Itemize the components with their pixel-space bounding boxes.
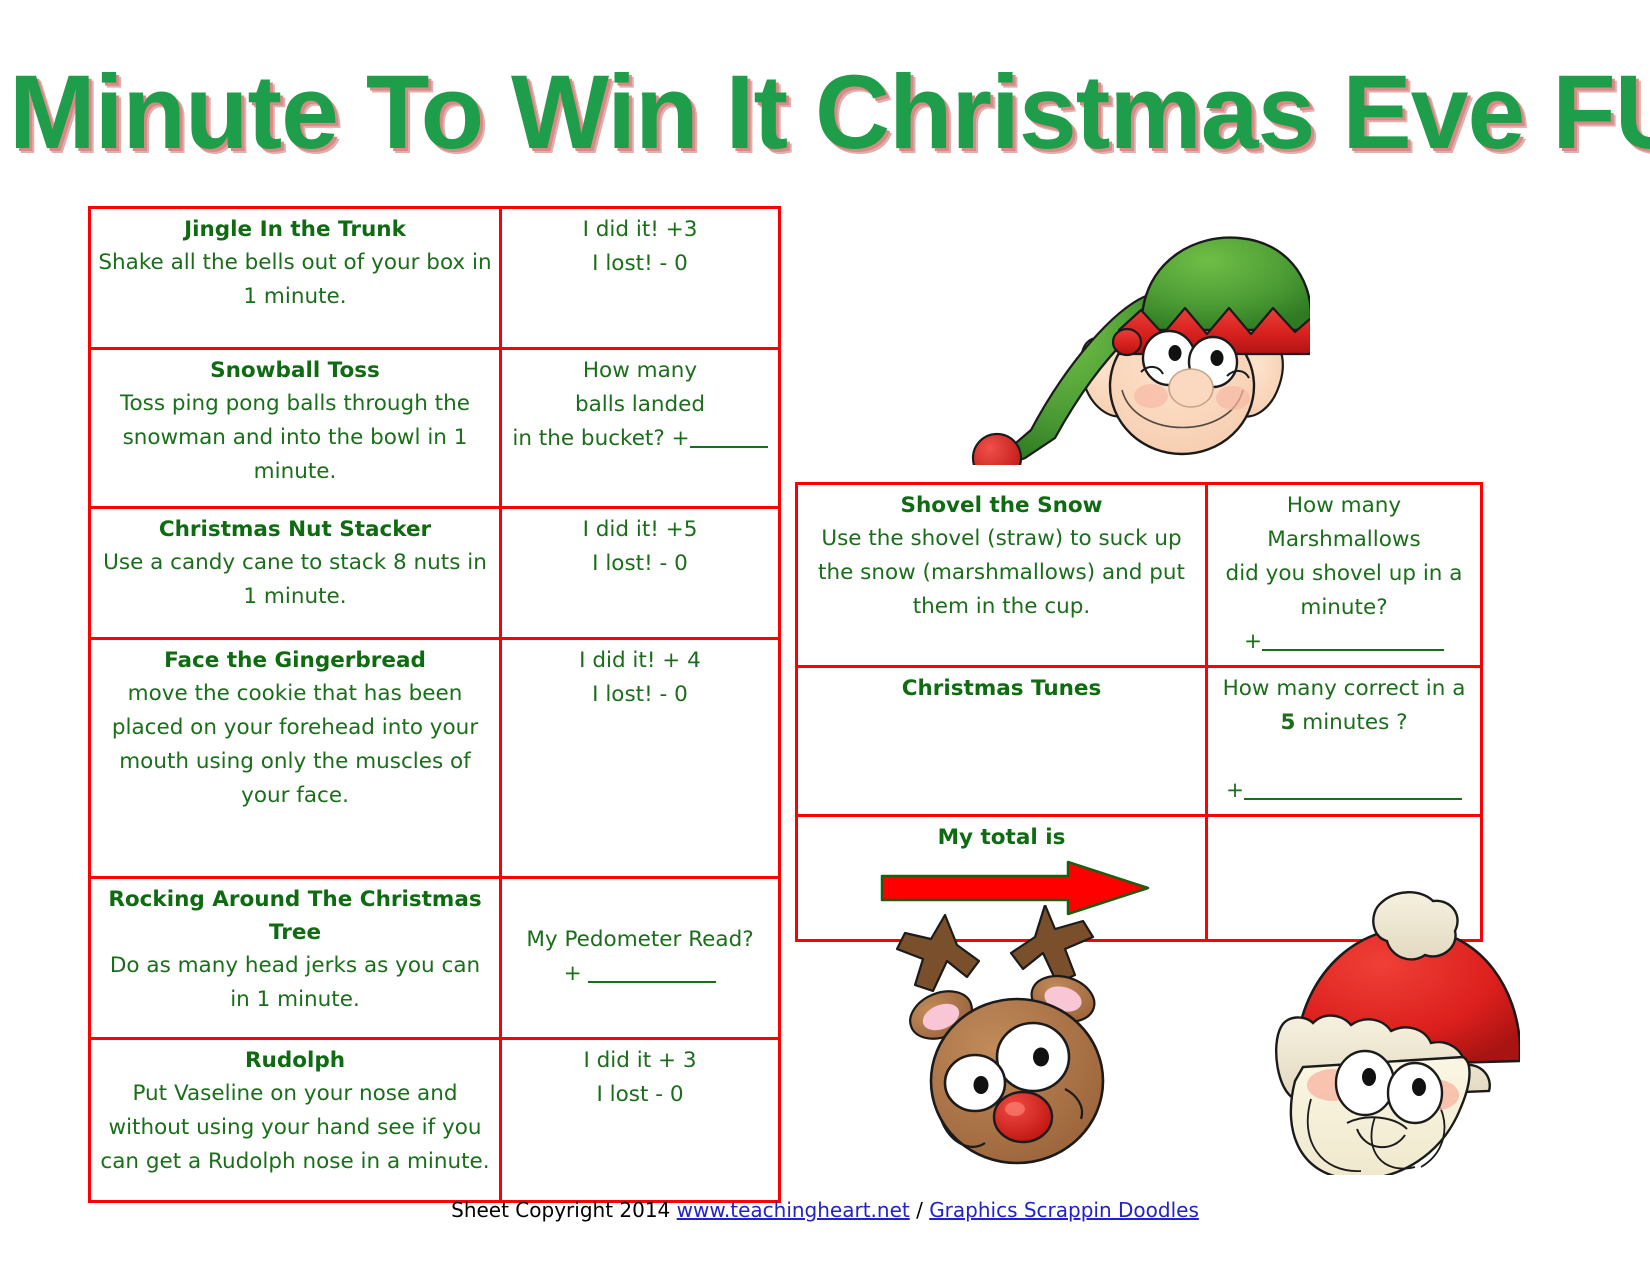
score-cell[interactable]: I did it + 3 I lost - 0 bbox=[499, 1037, 781, 1203]
table-row: Rocking Around The Christmas Tree Do as … bbox=[88, 876, 781, 1040]
table-row: Rudolph Put Vaseline on your nose and wi… bbox=[88, 1037, 781, 1203]
score-line-1: I did it + 3 bbox=[583, 1048, 697, 1073]
table-row: Christmas Nut Stacker Use a candy cane t… bbox=[88, 506, 781, 640]
score-line-2: I lost! - 0 bbox=[592, 251, 688, 276]
activities-table-right: Shovel the Snow Use the shovel (straw) t… bbox=[795, 482, 1483, 942]
score-line-2: minutes ? bbox=[1295, 710, 1408, 735]
score-line-2: I lost - 0 bbox=[596, 1082, 684, 1107]
score-line-2: I lost! - 0 bbox=[592, 551, 688, 576]
score-line-2: I lost! - 0 bbox=[592, 682, 688, 707]
activity-cell: Jingle In the Trunk Shake all the bells … bbox=[88, 206, 502, 350]
reindeer-face-clipart bbox=[845, 903, 1155, 1179]
footer-separator: / bbox=[909, 1198, 930, 1222]
score-line-1: I did it! +3 bbox=[582, 217, 698, 242]
santa-illustration bbox=[1275, 891, 1522, 1181]
score-cell[interactable]: I did it! +5 I lost! - 0 bbox=[499, 506, 781, 640]
activity-cell: Christmas Tunes bbox=[795, 665, 1208, 817]
page-title-container: Minute To Win It Christmas Eve FUN! bbox=[0, 58, 1650, 188]
activity-description: Use the shovel (straw) to suck up the sn… bbox=[818, 526, 1185, 619]
table-row: Jingle In the Trunk Shake all the bells … bbox=[88, 206, 781, 350]
score-line-2: did you shovel up in a bbox=[1225, 561, 1463, 586]
score-cell[interactable]: How many Marshmallows did you shovel up … bbox=[1205, 482, 1483, 668]
table-row: Shovel the Snow Use the shovel (straw) t… bbox=[795, 482, 1483, 668]
santa-face-clipart bbox=[1225, 885, 1522, 1181]
reindeer-illustration bbox=[895, 903, 1105, 1165]
score-line-1: I did it! +5 bbox=[582, 517, 698, 542]
activity-title: Christmas Nut Stacker bbox=[158, 517, 432, 542]
table-row: Face the Gingerbread move the cookie tha… bbox=[88, 637, 781, 879]
activity-title: Snowball Toss bbox=[210, 358, 380, 383]
score-line-3: + bbox=[1225, 778, 1244, 803]
scrappin-doodles-link[interactable]: Graphics Scrappin Doodles bbox=[929, 1198, 1199, 1222]
answer-blank[interactable] bbox=[1262, 649, 1444, 651]
score-line-1: I did it! + 4 bbox=[579, 648, 701, 673]
activity-description: Do as many head jerks as you can in 1 mi… bbox=[109, 953, 481, 1012]
activity-description: Put Vaseline on your nose and without us… bbox=[100, 1081, 490, 1174]
elf-face-clipart bbox=[955, 190, 1313, 484]
total-label: My total is bbox=[937, 825, 1066, 850]
score-cell[interactable]: My Pedometer Read? + bbox=[499, 876, 781, 1040]
score-line-1: How many Marshmallows bbox=[1267, 493, 1421, 552]
activity-cell: Rudolph Put Vaseline on your nose and wi… bbox=[88, 1037, 502, 1203]
activity-cell: Snowball Toss Toss ping pong balls throu… bbox=[88, 347, 502, 509]
activity-cell: Face the Gingerbread move the cookie tha… bbox=[88, 637, 502, 879]
answer-blank[interactable] bbox=[689, 446, 768, 448]
activity-title: Shovel the Snow bbox=[900, 493, 1103, 518]
activity-title: Jingle In the Trunk bbox=[184, 217, 406, 242]
activity-description: move the cookie that has been placed on … bbox=[111, 681, 479, 808]
score-minutes-value: 5 bbox=[1280, 710, 1296, 735]
score-cell[interactable]: How many correct in a 5 minutes ? + bbox=[1205, 665, 1483, 817]
score-cell[interactable]: How many balls landed in the bucket? + bbox=[499, 347, 781, 509]
table-row: Christmas Tunes How many correct in a 5 … bbox=[795, 665, 1483, 817]
activity-cell: Rocking Around The Christmas Tree Do as … bbox=[88, 876, 502, 1040]
copyright-text: Sheet Copyright 2014 bbox=[451, 1198, 677, 1222]
score-line-4: + bbox=[1243, 629, 1262, 654]
teachingheart-link[interactable]: www.teachingheart.net bbox=[677, 1198, 910, 1222]
score-line-2: + bbox=[563, 961, 582, 986]
page-title: Minute To Win It Christmas Eve FUN! bbox=[9, 54, 1650, 171]
score-cell[interactable]: I did it! +3 I lost! - 0 bbox=[499, 206, 781, 350]
activity-title: Christmas Tunes bbox=[901, 676, 1102, 701]
score-cell[interactable]: I did it! + 4 I lost! - 0 bbox=[499, 637, 781, 879]
activity-description: Toss ping pong balls through the snowman… bbox=[120, 391, 470, 484]
activity-description: Shake all the bells out of your box in 1… bbox=[98, 250, 492, 309]
score-line-2: balls landed bbox=[574, 392, 706, 417]
score-line-1: How many bbox=[582, 358, 698, 383]
score-line-3: in the bucket? + bbox=[512, 426, 690, 451]
table-row: Snowball Toss Toss ping pong balls throu… bbox=[88, 347, 781, 509]
score-line-3: minute? bbox=[1300, 595, 1388, 620]
activity-title: Rocking Around The Christmas Tree bbox=[108, 887, 482, 945]
activity-title: Rudolph bbox=[244, 1048, 346, 1073]
activity-description: Use a candy cane to stack 8 nuts in 1 mi… bbox=[103, 550, 487, 609]
activity-cell: Shovel the Snow Use the shovel (straw) t… bbox=[795, 482, 1208, 668]
elf-illustration bbox=[971, 236, 1313, 484]
activity-cell: Christmas Nut Stacker Use a candy cane t… bbox=[88, 506, 502, 640]
activity-title: Face the Gingerbread bbox=[164, 648, 426, 673]
answer-blank[interactable] bbox=[588, 981, 717, 983]
footer-copyright: Sheet Copyright 2014 www.teachingheart.n… bbox=[0, 1198, 1650, 1222]
answer-blank[interactable] bbox=[1244, 798, 1462, 800]
score-line-1: My Pedometer Read? bbox=[526, 927, 754, 952]
score-line-1: How many correct in a bbox=[1222, 676, 1466, 701]
activities-table-left: Jingle In the Trunk Shake all the bells … bbox=[88, 206, 781, 1203]
